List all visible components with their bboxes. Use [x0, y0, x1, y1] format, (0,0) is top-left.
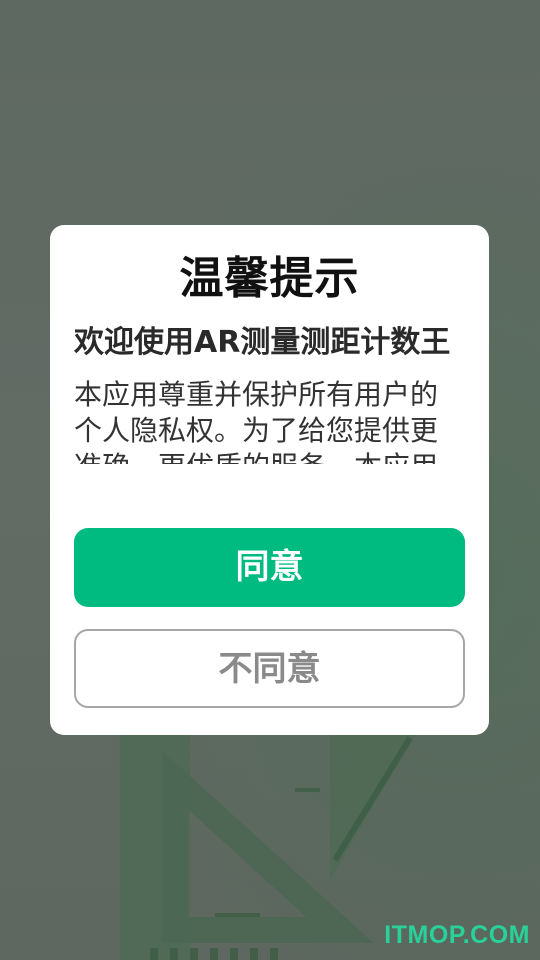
privacy-text: 本应用尊重并保护所有用户的个人隐私权。为了给您提供更准确、更优质的服务，本应用: [74, 378, 439, 464]
disagree-button[interactable]: 不同意: [74, 629, 465, 708]
agree-button[interactable]: 同意: [74, 528, 465, 607]
watermark-text: ITMOP.COM: [384, 921, 530, 949]
privacy-dialog: 温馨提示 欢迎使用AR测量测距计数王 本应用尊重并保护所有用户的个人隐私权。为了…: [50, 225, 489, 735]
privacy-text-scroll[interactable]: 本应用尊重并保护所有用户的个人隐私权。为了给您提供更准确、更优质的服务，本应用: [74, 377, 465, 464]
welcome-heading: 欢迎使用AR测量测距计数王: [74, 325, 451, 360]
dialog-title: 温馨提示: [179, 253, 360, 304]
